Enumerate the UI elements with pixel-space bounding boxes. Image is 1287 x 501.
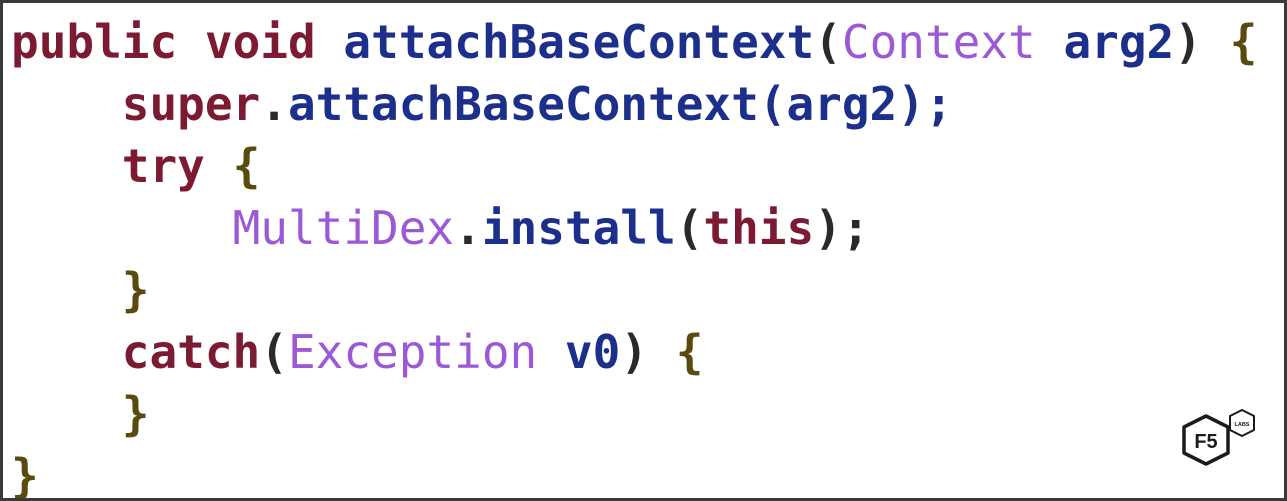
punctuation: ) [620, 325, 649, 379]
punctuation: ); [814, 201, 870, 255]
code-line-6: catch(Exception v0) { [11, 321, 1257, 383]
keyword: public [11, 15, 178, 69]
method-call: attachBaseContext [287, 77, 759, 131]
code-line-5: } [11, 259, 1257, 321]
variable-name: v0 [564, 325, 621, 379]
punctuation: ( [814, 15, 842, 69]
keyword: void [204, 15, 316, 69]
code-line-7: } [11, 383, 1257, 445]
brace: { [232, 139, 261, 193]
method-name: attachBaseContext [343, 15, 815, 69]
type-name: Context [841, 15, 1036, 69]
code-line-1: public void attachBaseContext(Context ar… [11, 11, 1257, 73]
keyword: catch [121, 325, 261, 379]
code-snippet-frame: public void attachBaseContext(Context ar… [0, 0, 1287, 501]
brace: } [121, 387, 150, 441]
keyword: super [121, 77, 261, 131]
type-name: MultiDex [232, 201, 455, 255]
code-line-4: MultiDex.install(this); [11, 197, 1257, 259]
f5-labs-logo-icon: F5 LABS [1176, 408, 1262, 484]
logo-main-text: F5 [1194, 431, 1217, 453]
punctuation: ( [260, 325, 288, 379]
type-name: Exception [287, 325, 538, 379]
punctuation: . [454, 201, 482, 255]
code-line-2: super.attachBaseContext(arg2); [11, 73, 1257, 135]
punctuation: ) [1174, 15, 1202, 69]
code-line-3: try { [11, 135, 1257, 197]
code-block: public void attachBaseContext(Context ar… [11, 11, 1257, 501]
brace: { [1229, 15, 1258, 69]
punctuation: . [260, 77, 288, 131]
call-arguments: (arg2); [758, 77, 953, 131]
keyword: try [121, 139, 205, 193]
keyword: this [703, 201, 815, 255]
brace: { [675, 325, 704, 379]
parameter-name: arg2 [1063, 15, 1175, 69]
code-line-8: } [11, 445, 1257, 501]
brace: } [121, 263, 150, 317]
logo-badge-text: LABS [1235, 422, 1250, 428]
method-call: install [481, 201, 676, 255]
punctuation: ( [675, 201, 704, 255]
brace: } [11, 449, 39, 501]
